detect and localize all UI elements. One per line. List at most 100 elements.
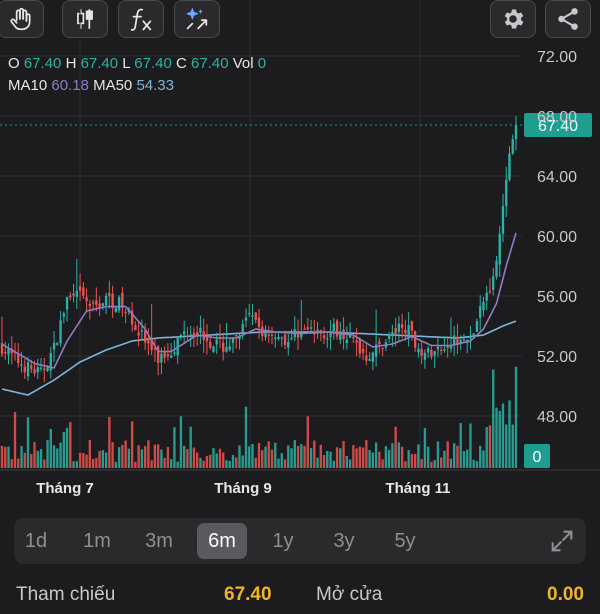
volume-label: Vol xyxy=(232,55,254,72)
candle-body xyxy=(479,306,482,318)
volume-bar xyxy=(7,446,10,468)
y-tick-label: 64.00 xyxy=(537,169,577,186)
volume-bar xyxy=(446,441,449,468)
volume-bar xyxy=(378,451,381,468)
volume-bar xyxy=(215,453,218,468)
volume-bar xyxy=(264,446,267,468)
volume-bar xyxy=(30,453,33,468)
volume-bar xyxy=(52,445,56,468)
period-5y[interactable]: 5y xyxy=(380,523,430,559)
volume-bar xyxy=(59,442,62,468)
volume-bar xyxy=(472,459,475,468)
last-volume-value: 0 xyxy=(533,449,542,466)
candle-body xyxy=(433,351,436,356)
volume-bar xyxy=(433,460,436,468)
volume-bar xyxy=(156,444,160,468)
volume-bar xyxy=(254,457,257,468)
candle-body xyxy=(469,335,472,339)
volume-bar xyxy=(361,447,365,468)
period-6m[interactable]: 6m xyxy=(197,523,247,559)
candle-body xyxy=(423,352,427,360)
volume-bar xyxy=(95,457,98,468)
volume-bar xyxy=(501,403,505,468)
period-selector: 1d 1m 3m 6m 1y 3y 5y xyxy=(14,518,586,564)
candle-body xyxy=(400,324,404,329)
volume-bar xyxy=(189,426,192,468)
y-tick-label: 72.00 xyxy=(537,49,577,66)
candle-body xyxy=(26,362,30,377)
volume-bar xyxy=(410,454,414,468)
close-value: 67.40 xyxy=(191,55,229,72)
volume-bar xyxy=(244,406,248,468)
volume-bar xyxy=(82,453,85,468)
candle-body xyxy=(43,368,46,371)
candle-body xyxy=(280,337,283,339)
period-1y[interactable]: 1y xyxy=(258,523,308,559)
expand-icon[interactable] xyxy=(548,527,576,555)
candle-body xyxy=(114,307,118,312)
candle-body xyxy=(326,338,329,340)
y-tick-label: 52.00 xyxy=(537,349,577,366)
volume-bar xyxy=(88,440,92,468)
volume-bar xyxy=(56,448,59,468)
candle-body xyxy=(36,367,39,373)
volume-bar xyxy=(238,445,241,468)
candle-body xyxy=(355,340,358,343)
period-3m[interactable]: 3m xyxy=(134,523,184,559)
volume-value: 0 xyxy=(257,55,267,72)
volume-bar xyxy=(300,444,303,468)
candle-body xyxy=(453,335,456,345)
candle-body xyxy=(485,292,488,301)
volume-bar xyxy=(322,455,326,468)
volume-bar xyxy=(394,426,397,468)
candle-body xyxy=(368,359,371,361)
y-tick-label: 68.00 xyxy=(537,109,577,126)
period-1m[interactable]: 1m xyxy=(72,523,122,559)
volume-bar xyxy=(407,449,410,468)
candle-body xyxy=(212,346,215,352)
volume-bar xyxy=(104,452,108,468)
volume-bar xyxy=(400,446,404,468)
candle-body xyxy=(436,346,440,350)
candle-body xyxy=(505,179,508,206)
volume-bar xyxy=(332,460,335,468)
candle-body xyxy=(91,302,95,304)
candle-body xyxy=(121,292,124,308)
candle-body xyxy=(283,334,287,345)
volume-bar xyxy=(241,455,244,468)
volume-bar xyxy=(108,417,111,468)
volume-bar xyxy=(397,442,401,468)
price-chart[interactable]: 67.40 0 72.00 68.00 64.00 60.00 56.00 52.00 48.… xyxy=(0,0,600,500)
candle-body xyxy=(426,348,430,353)
volume-bar xyxy=(91,459,95,468)
candle-body xyxy=(30,365,33,370)
volume-bar xyxy=(514,366,518,468)
candle-body xyxy=(397,323,401,332)
volume-bar xyxy=(313,440,316,468)
candle-body xyxy=(462,339,466,341)
volume-bar xyxy=(283,459,287,468)
candle-body xyxy=(365,355,368,361)
candle-body xyxy=(88,303,92,307)
candle-body xyxy=(163,352,166,358)
candle-body xyxy=(65,297,69,310)
volume-bar xyxy=(482,450,485,468)
volume-bar xyxy=(20,445,23,468)
volume-bar xyxy=(335,447,339,468)
candle-body xyxy=(449,346,453,349)
candle-body xyxy=(85,297,88,302)
candle-body xyxy=(39,367,43,369)
period-1d[interactable]: 1d xyxy=(11,523,61,559)
high-value: 67.40 xyxy=(80,55,119,72)
candle-body xyxy=(495,260,498,277)
candle-body xyxy=(209,341,212,348)
volume-bar xyxy=(85,454,88,468)
candle-body xyxy=(108,292,111,297)
period-3y[interactable]: 3y xyxy=(319,523,369,559)
candle-body xyxy=(225,347,228,352)
candle-body xyxy=(488,291,492,293)
candle-body xyxy=(17,354,20,364)
volume-bar xyxy=(485,427,488,468)
candle-body xyxy=(303,328,306,330)
volume-bar xyxy=(17,458,20,468)
